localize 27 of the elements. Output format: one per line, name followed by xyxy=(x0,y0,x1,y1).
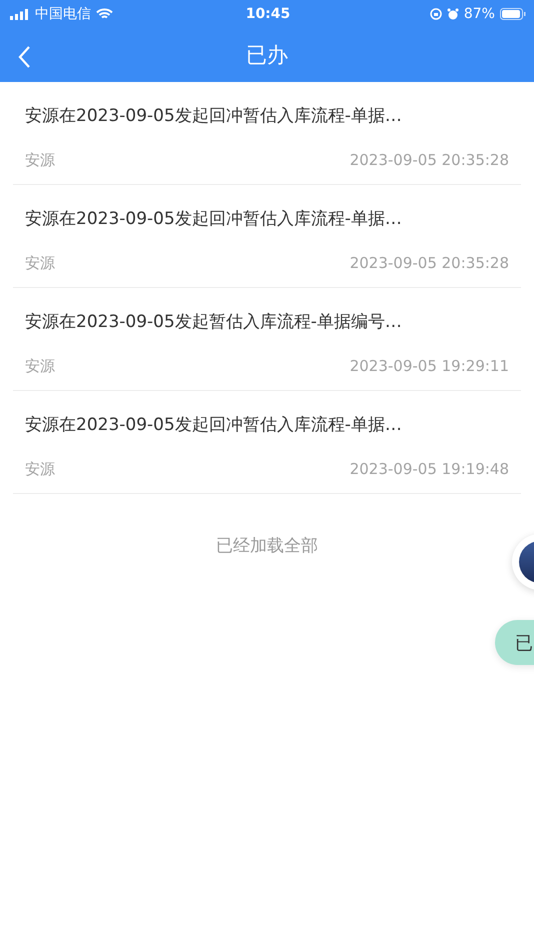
load-complete-text: 已经加载全部 xyxy=(216,536,318,556)
item-time: 2023-09-05 20:35:28 xyxy=(350,151,509,170)
carrier-name: 中国电信 xyxy=(35,5,91,23)
item-title: 安源在2023-09-05发起回冲暂估入库流程-单据… xyxy=(25,208,403,230)
item-author: 安源 xyxy=(25,357,55,376)
battery-icon xyxy=(500,8,526,20)
list-item[interactable]: 安源在2023-09-05发起回冲暂估入库流程-单据… 安源 2023-09-05 20:35:28 xyxy=(13,82,521,185)
item-author: 安源 xyxy=(25,151,55,170)
clock-time: 10:45 xyxy=(246,6,290,22)
page-title: 已办 xyxy=(246,42,288,69)
list-item[interactable]: 安源在2023-09-05发起回冲暂估入库流程-单据… 安源 2023-09-05 19:19:48 xyxy=(13,391,521,494)
list-item[interactable]: 安源在2023-09-05发起回冲暂估入库流程-单据… 安源 2023-09-05 20:35:28 xyxy=(13,185,521,288)
wifi-icon xyxy=(96,8,113,20)
item-title: 安源在2023-09-05发起回冲暂估入库流程-单据… xyxy=(25,414,403,436)
item-author: 安源 xyxy=(25,254,55,273)
rotation-lock-icon xyxy=(430,8,442,20)
item-time: 2023-09-05 19:19:48 xyxy=(350,460,509,479)
item-time: 2023-09-05 19:29:11 xyxy=(350,357,509,376)
back-icon xyxy=(18,45,31,69)
item-author: 安源 xyxy=(25,460,55,479)
item-time: 2023-09-05 20:35:28 xyxy=(350,254,509,273)
item-title: 安源在2023-09-05发起回冲暂估入库流程-单据… xyxy=(25,105,403,127)
signal-icon xyxy=(10,8,30,20)
floating-tab[interactable]: 已 xyxy=(495,620,534,665)
battery-percent: 87% xyxy=(464,6,495,22)
item-title: 安源在2023-09-05发起暂估入库流程-单据编号… xyxy=(25,311,403,333)
list-item[interactable]: 安源在2023-09-05发起暂估入库流程-单据编号… 安源 2023-09-05 19:29:11 xyxy=(13,288,521,391)
